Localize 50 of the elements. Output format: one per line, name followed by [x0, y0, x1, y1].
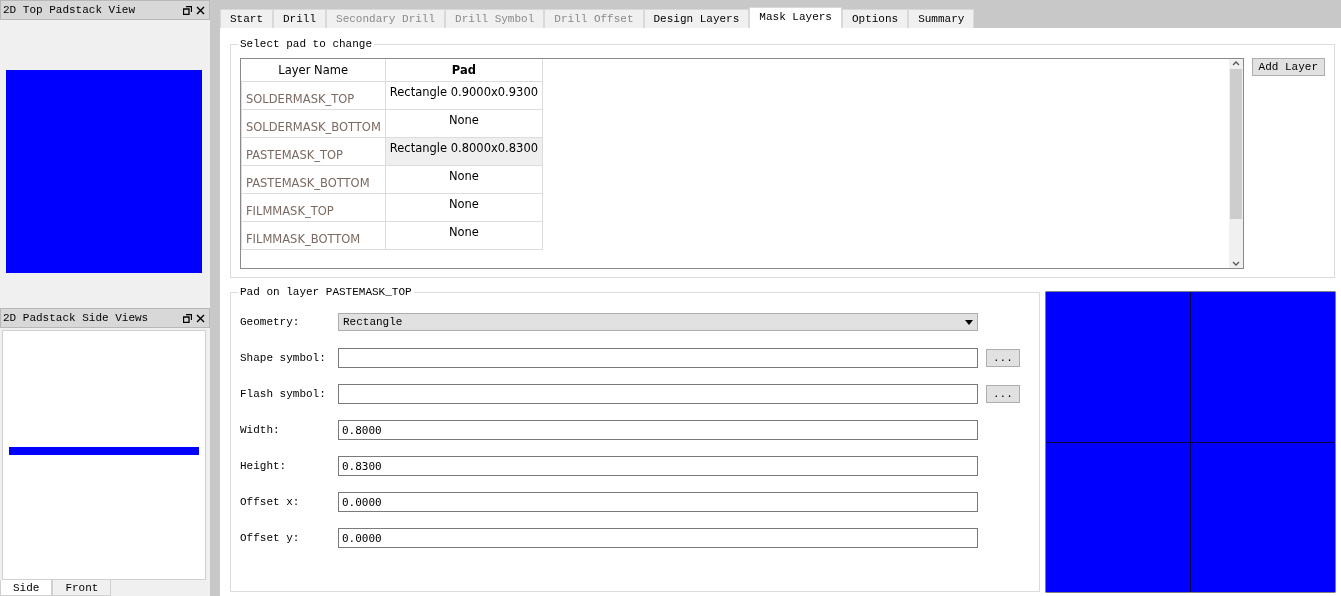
table-cell[interactable]: None: [385, 221, 543, 250]
scroll-down-icon[interactable]: [1231, 260, 1240, 268]
table-cell[interactable]: None: [385, 193, 543, 222]
column-header: Layer Name: [241, 59, 386, 82]
value-input-field[interactable]: 0.0000: [338, 492, 978, 512]
add-layer-button[interactable]: Add Layer: [1251, 58, 1325, 76]
view-tab[interactable]: Front: [52, 580, 112, 596]
value-input-field[interactable]: 0.0000: [338, 528, 978, 548]
browse-button[interactable]: ...: [986, 385, 1020, 403]
field-label: Offset x:: [240, 495, 301, 509]
tab[interactable]: Design Layers: [643, 9, 750, 29]
close-icon[interactable]: [196, 5, 205, 15]
restore-icon[interactable]: [183, 5, 192, 15]
value-input-field[interactable]: 0.8300: [338, 456, 978, 476]
table-cell[interactable]: None: [385, 165, 543, 194]
field-label: Shape symbol:: [240, 351, 327, 365]
table-cell[interactable]: FILMMASK_TOP: [241, 193, 386, 222]
field-label: Flash symbol:: [240, 387, 327, 401]
group-title: Select pad to change: [239, 38, 374, 50]
tab[interactable]: Start: [220, 9, 273, 29]
view-tab[interactable]: Side: [0, 580, 53, 596]
restore-icon[interactable]: [183, 313, 192, 323]
table-cell[interactable]: SOLDERMASK_TOP: [241, 81, 386, 110]
tab[interactable]: Options: [841, 9, 909, 29]
table-cell[interactable]: FILMMASK_BOTTOM: [241, 221, 386, 250]
close-icon[interactable]: [196, 313, 205, 323]
field-label: Width:: [240, 423, 281, 437]
browse-button[interactable]: ...: [986, 349, 1020, 367]
symbol-input-field[interactable]: [338, 384, 978, 404]
table-cell[interactable]: Rectangle 0.8000x0.8300: [385, 137, 543, 166]
tab[interactable]: Summary: [908, 9, 975, 29]
scrollbar[interactable]: [1228, 59, 1243, 268]
symbol-input-field[interactable]: [338, 348, 978, 368]
group-title: Pad on layer PASTEMASK_TOP: [239, 286, 413, 298]
table-cell[interactable]: SOLDERMASK_BOTTOM: [241, 109, 386, 138]
tab[interactable]: Mask Layers: [749, 7, 842, 29]
table-cell[interactable]: None: [385, 109, 543, 138]
dock-title: 2D Top Padstack View: [3, 4, 137, 16]
table-cell[interactable]: PASTEMASK_BOTTOM: [241, 165, 386, 194]
geometry-dropdown[interactable]: Rectangle: [338, 313, 978, 331]
field-label: Geometry:: [240, 315, 301, 329]
field-label: Height:: [240, 459, 288, 473]
dock-title: 2D Padstack Side Views: [3, 312, 150, 324]
dropdown-caret-icon: [965, 319, 973, 325]
field-label: Offset y:: [240, 531, 301, 545]
scroll-up-icon[interactable]: [1231, 59, 1240, 67]
table-cell[interactable]: PASTEMASK_TOP: [241, 137, 386, 166]
value-input-field[interactable]: 0.8000: [338, 420, 978, 440]
tab[interactable]: Drill: [273, 9, 327, 29]
table-cell[interactable]: Rectangle 0.9000x0.9300: [385, 81, 543, 110]
